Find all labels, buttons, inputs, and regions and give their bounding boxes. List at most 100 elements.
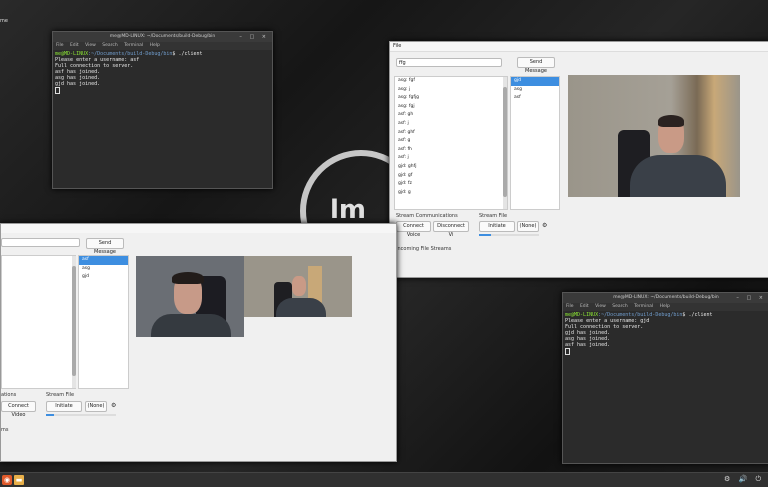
menu-file[interactable]: File — [393, 43, 401, 49]
file-select-icon[interactable]: ⚙ — [542, 222, 547, 229]
app-menu-bar: File — [390, 42, 768, 52]
video-feed — [568, 75, 740, 197]
mint-logo-text: lm — [330, 195, 367, 225]
list-item[interactable]: asg: fgj — [395, 103, 507, 112]
stream-file-label: Stream File — [479, 213, 508, 219]
list-item[interactable]: asf: j — [395, 154, 507, 163]
connect-video-button[interactable]: Connect Video — [1, 401, 36, 418]
list-item[interactable]: asg: fgf — [395, 77, 507, 86]
incoming-file-streams-label: ms — [1, 427, 9, 433]
folder-icon[interactable]: ▬ — [14, 475, 24, 485]
scrollbar-thumb[interactable] — [72, 266, 76, 376]
menu-view[interactable]: View — [85, 43, 96, 48]
menu-edit[interactable]: Edit — [580, 304, 589, 309]
message-list[interactable] — [1, 255, 76, 389]
message-input[interactable] — [1, 238, 80, 247]
terminal-title: me@MD-LINUX: ~/Documents/build-Debug/bin — [109, 34, 216, 39]
menu-file[interactable]: File — [566, 304, 574, 309]
list-item[interactable]: asg — [511, 86, 559, 95]
app-menu-bar — [1, 224, 396, 233]
chat-window-right[interactable]: File ffg Send Message asg: fgf asg: j as… — [389, 41, 768, 278]
list-item[interactable]: asg: fgfjg — [395, 94, 507, 103]
list-item[interactable]: gjd — [79, 273, 128, 282]
terminal-output[interactable]: me@MD-LINUX:~/Documents/build-Debug/bin$… — [563, 311, 768, 356]
list-item[interactable]: gjd — [511, 77, 559, 86]
terminal-line: asf has joined. — [565, 342, 611, 348]
terminal-cursor — [565, 348, 570, 355]
file-select[interactable]: (None) — [85, 401, 107, 412]
incoming-file-streams-label: Incoming File Streams — [396, 246, 452, 252]
list-item[interactable]: asf: ghf — [395, 129, 507, 138]
webcam-person-body — [630, 155, 726, 197]
terminal-output[interactable]: me@MD-LINUX:~/Documents/build-Debug/bin$… — [53, 50, 272, 95]
list-item[interactable]: asf: g — [395, 137, 507, 146]
terminal-menu-bar: File Edit View Search Terminal Help — [53, 42, 272, 50]
mint-menu-icon[interactable]: ◉ — [2, 475, 12, 485]
webcam-person-body — [151, 314, 231, 337]
stream-progress-fill — [46, 414, 54, 416]
menu-edit[interactable]: Edit — [70, 43, 79, 48]
terminal-cursor — [55, 87, 60, 94]
terminal-title-bar[interactable]: me@MD-LINUX: ~/Documents/build-Debug/bin… — [563, 293, 768, 303]
terminal-window-1[interactable]: me@MD-LINUX: ~/Documents/build-Debug/bin… — [52, 31, 273, 189]
system-tray[interactable]: ⚙ 🔊 ⏻ — [724, 475, 764, 484]
list-item[interactable]: asf: gh — [395, 111, 507, 120]
stream-communications-label: Stream Communications — [396, 213, 458, 219]
stream-communications-label: ations — [1, 392, 17, 398]
scrollbar-thumb[interactable] — [503, 87, 507, 197]
send-message-button[interactable]: Send Message — [86, 238, 124, 255]
chat-window-left[interactable]: Send Message asf asg gjd ations Connect … — [0, 223, 397, 462]
list-item[interactable]: asg — [79, 265, 128, 274]
prompt-command: $ ./client — [172, 51, 203, 57]
webcam-person-head — [292, 276, 306, 296]
disconnect-video-button[interactable]: Disconnect Vi — [433, 221, 469, 238]
list-item[interactable]: gjd: g — [395, 189, 507, 198]
menu-help[interactable]: Help — [660, 304, 670, 309]
stream-progress-fill — [479, 234, 491, 236]
menu-file[interactable]: File — [56, 43, 64, 48]
video-feed-2 — [244, 256, 352, 317]
initiate-button[interactable]: Initiate — [479, 221, 515, 232]
user-list[interactable]: gjd asg asf — [510, 76, 560, 210]
window-controls-icon[interactable]: – □ × — [239, 32, 269, 42]
list-item[interactable]: gjd: fz — [395, 180, 507, 189]
menu-terminal[interactable]: Terminal — [634, 304, 653, 309]
connect-voice-button[interactable]: Connect Voice — [396, 221, 431, 238]
user-list[interactable]: asf asg gjd — [78, 255, 129, 389]
menu-help[interactable]: Help — [150, 43, 160, 48]
webcam-person-hair — [172, 272, 204, 284]
terminal-line: gjd has joined. — [55, 81, 101, 87]
menu-terminal[interactable]: Terminal — [124, 43, 143, 48]
desktop-corner-label: me — [0, 18, 8, 24]
list-item[interactable]: asf — [511, 94, 559, 103]
file-select[interactable]: (None) — [517, 221, 539, 232]
taskbar: ◉ ▬ ⚙ 🔊 ⏻ — [0, 472, 768, 487]
terminal-menu-bar: File Edit View Search Terminal Help — [563, 303, 768, 311]
message-scrollbar[interactable] — [503, 77, 507, 209]
menu-search[interactable]: Search — [102, 43, 117, 48]
send-message-button[interactable]: Send Message — [517, 57, 555, 74]
message-list[interactable]: asg: fgf asg: j asg: fgfjg asg: fgj asf:… — [394, 76, 508, 210]
message-scrollbar[interactable] — [72, 256, 76, 388]
message-input[interactable]: ffg — [396, 58, 502, 67]
stream-progress-bar — [479, 234, 539, 236]
initiate-button[interactable]: Initiate — [46, 401, 82, 412]
terminal-window-2[interactable]: me@MD-LINUX: ~/Documents/build-Debug/bin… — [562, 292, 768, 464]
webcam-person-hair — [658, 115, 684, 127]
webcam-person-body — [276, 298, 326, 317]
list-item[interactable]: asf: j — [395, 120, 507, 129]
window-controls-icon[interactable]: – □ × — [736, 293, 766, 303]
terminal-title: me@MD-LINUX: ~/Documents/build-Debug/bin — [613, 295, 719, 300]
list-item[interactable]: asg: j — [395, 86, 507, 95]
list-item[interactable]: asf: fh — [395, 146, 507, 155]
list-item[interactable]: asf — [79, 256, 128, 265]
menu-view[interactable]: View — [595, 304, 606, 309]
terminal-title-bar[interactable]: me@MD-LINUX: ~/Documents/build-Debug/bin… — [53, 32, 272, 42]
file-select-icon[interactable]: ⚙ — [111, 402, 116, 409]
list-item[interactable]: gjd: ghfj — [395, 163, 507, 172]
stream-progress-bar — [46, 414, 116, 416]
video-feed-1 — [136, 256, 244, 337]
stream-file-label: Stream File — [46, 392, 75, 398]
list-item[interactable]: gjd: gf — [395, 172, 507, 181]
menu-search[interactable]: Search — [612, 304, 627, 309]
